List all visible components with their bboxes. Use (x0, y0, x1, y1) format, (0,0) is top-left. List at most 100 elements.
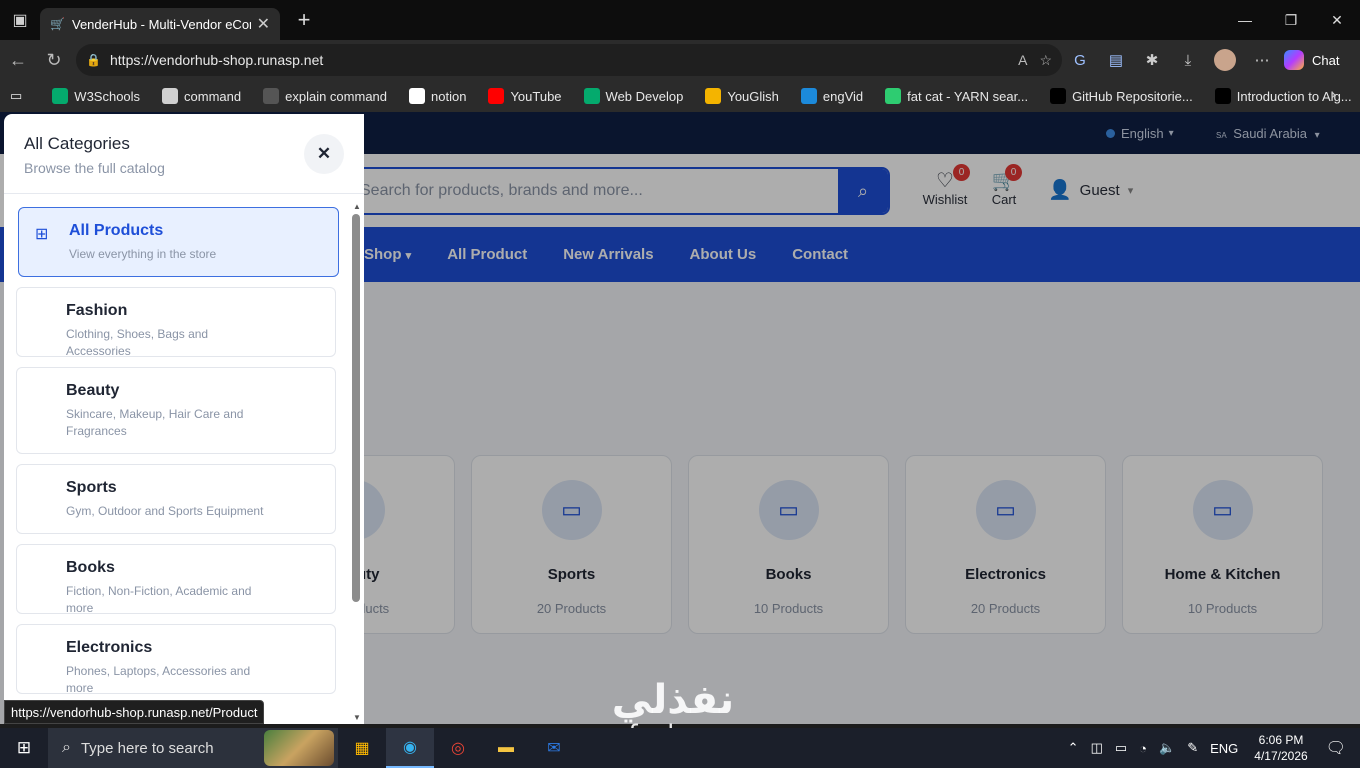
minimize-button[interactable]: — (1222, 0, 1268, 40)
window-close-button[interactable]: ✕ (1314, 0, 1360, 40)
notion-icon (409, 88, 426, 104)
copilot-icon (1284, 50, 1304, 70)
copilot-chat-button[interactable]: Chat (1284, 50, 1339, 70)
drawer-title: All Categories (24, 134, 130, 153)
bookmark-label: command (184, 88, 242, 104)
scroll-down-icon[interactable]: ▼ (353, 713, 361, 722)
read-aloud-icon[interactable]: A (1018, 52, 1027, 68)
ev-icon (800, 88, 817, 104)
taskbar-search[interactable]: ⌕ Type here to search (48, 728, 338, 768)
drawer-header: All Categories Browse the full catalog ✕ (4, 114, 364, 194)
system-tray: ⌃ ◫ ▭ ◔ 🔈 ✎ ENG 6:06 PM 4/17/2026 🗨 (1068, 728, 1360, 768)
category-item-books[interactable]: Books Fiction, Non-Fiction, Academic and … (16, 544, 336, 615)
bookmark-item[interactable]: command (162, 88, 241, 104)
taskbar-search-placeholder: Type here to search (80, 739, 214, 757)
bookmark-label: Web Develop (605, 88, 684, 104)
show-hidden-icons-icon[interactable]: ⌃ (1068, 740, 1079, 756)
categories-drawer: All Categories Browse the full catalog ✕… (4, 114, 364, 724)
browser-tab-active[interactable]: 🛒 VenderHub - Multi-Vendor eComm ✕ (40, 8, 280, 40)
mit-icon (1214, 88, 1231, 104)
clock-time: 6:06 PM (1258, 733, 1304, 747)
back-button[interactable]: ← (0, 42, 36, 78)
meet-now-icon[interactable]: ◫ (1091, 740, 1103, 756)
youtube-icon (488, 88, 505, 104)
refresh-button[interactable]: ↻ (36, 42, 72, 78)
bookmark-label: YouTube (510, 88, 562, 104)
youglish-icon (705, 88, 722, 104)
url-text: https://vendorhub-shop.runasp.net (110, 52, 324, 68)
bookmark-item[interactable]: engVid (800, 88, 863, 104)
search-icon: ⌕ (62, 739, 71, 756)
category-item-description: Fiction, Non-Fiction, Academic and more (66, 584, 252, 615)
category-item-electronics[interactable]: Electronics Phones, Laptops, Accessories … (16, 624, 336, 695)
profile-avatar[interactable] (1214, 49, 1236, 71)
site-info-icon[interactable]: 🔒 (86, 53, 101, 67)
shell-icon (263, 88, 280, 104)
notifications-icon[interactable]: 🗨 (1326, 738, 1346, 758)
address-bar[interactable]: 🔒 https://vendorhub-shop.runasp.net A ☆ (76, 44, 1062, 76)
downloads-icon[interactable]: ⤓ (1170, 52, 1206, 69)
bookmarks-overflow-icon[interactable]: › (1331, 86, 1336, 104)
taskbar-clock[interactable]: 6:06 PM 4/17/2026 (1254, 732, 1307, 764)
watermark-arabic: نفذلي (611, 677, 735, 723)
bookmark-item[interactable]: notion (409, 88, 466, 104)
volume-icon[interactable]: 🔈 (1159, 740, 1175, 756)
restore-button[interactable]: ❐ (1268, 0, 1314, 40)
favorite-star-icon[interactable]: ☆ (1039, 52, 1052, 69)
category-item-beauty[interactable]: Beauty Skincare, Makeup, Hair Care and Fr… (16, 367, 336, 454)
clock-date: 4/17/2026 (1254, 749, 1308, 763)
drawer-subtitle: Browse the full catalog (24, 160, 165, 176)
bookmark-item[interactable]: fat cat - YARN sear... (885, 88, 1028, 104)
bookmark-item[interactable]: W3Schools (52, 88, 140, 104)
grid-icon: ⊞ (35, 226, 49, 243)
yarn-icon (885, 88, 902, 104)
chrome-app-icon[interactable]: ◎ (434, 728, 482, 768)
category-item-name: Beauty (66, 382, 120, 399)
outlook-app-icon[interactable]: ✉ (530, 728, 578, 768)
network-icon[interactable]: ◔ (1139, 741, 1147, 756)
pen-icon[interactable]: ✎ (1187, 740, 1198, 756)
input-language[interactable]: ENG (1210, 741, 1238, 756)
close-icon: ✕ (316, 144, 332, 163)
category-item-description: Skincare, Makeup, Hair Care and Fragranc… (66, 407, 244, 438)
scrollbar-thumb[interactable] (352, 214, 360, 602)
windows-start-button[interactable]: ⊞ (0, 728, 48, 768)
more-menu-icon[interactable]: ⋯ (1244, 51, 1280, 69)
drawer-close-button[interactable]: ✕ (304, 134, 344, 174)
store-app-icon[interactable]: ▦ (338, 728, 386, 768)
dev-icon (1050, 88, 1067, 104)
bookmark-label: notion (431, 88, 467, 104)
bookmark-label: W3Schools (74, 88, 141, 104)
tab-close-icon[interactable]: ✕ (257, 14, 270, 34)
extension-icon[interactable]: ▤ (1098, 51, 1134, 69)
bookmark-item[interactable]: explain command (263, 88, 387, 104)
category-item-sports[interactable]: Sports Gym, Outdoor and Sports Equipment (16, 464, 336, 534)
file-explorer-icon[interactable]: ▬ (482, 728, 530, 768)
category-item-name: Electronics (66, 639, 153, 656)
bookmark-item[interactable]: YouGlish (705, 88, 779, 104)
tab-title: VenderHub - Multi-Vendor eComm (72, 16, 251, 32)
browser-tab-bar: ▣ 🛒 VenderHub - Multi-Vendor eComm ✕ + —… (0, 0, 1360, 40)
battery-icon[interactable]: ▭ (1115, 740, 1127, 756)
translate-extension-icon[interactable]: G (1062, 52, 1098, 69)
new-tab-button[interactable]: + (292, 7, 316, 33)
category-item-fashion[interactable]: Fashion Clothing, Shoes, Bags and Accesso… (16, 287, 336, 358)
web-page: English ▾ SA Saudi Arabia ▾ Search for p… (0, 112, 1360, 724)
bookmark-label: GitHub Repositorie... (1072, 88, 1193, 104)
reading-list-icon[interactable]: ▭ (10, 88, 22, 104)
category-item-name: All Products (69, 222, 164, 239)
bookmark-label: fat cat - YARN sear... (907, 88, 1029, 104)
bookmark-item[interactable]: GitHub Repositorie... (1050, 88, 1193, 104)
windows-taskbar: ⊞ ⌕ Type here to search ▦ ◉ ◎ ▬ ✉ ⌃ ◫ ▭ … (0, 728, 1360, 768)
scroll-up-icon[interactable]: ▲ (353, 202, 361, 211)
bookmark-item[interactable]: Web Develop (583, 88, 684, 104)
bookmark-item[interactable]: YouTube (488, 88, 562, 104)
category-item-all-products[interactable]: ⊞ All Products View everything in the stor… (18, 207, 339, 277)
chat-label: Chat (1312, 52, 1340, 68)
workspaces-icon[interactable]: ▣ (0, 10, 40, 30)
extensions-puzzle-icon[interactable]: ✱ (1134, 51, 1170, 69)
edge-app-icon[interactable]: ◉ (386, 728, 434, 768)
bookmarks-bar: ▭ W3Schools command explain command notion Y… (0, 80, 1360, 112)
drawer-scrollbar[interactable]: ▲ ▼ (352, 202, 362, 722)
category-list: ⊞ All Products View everything in the stor… (16, 207, 339, 704)
